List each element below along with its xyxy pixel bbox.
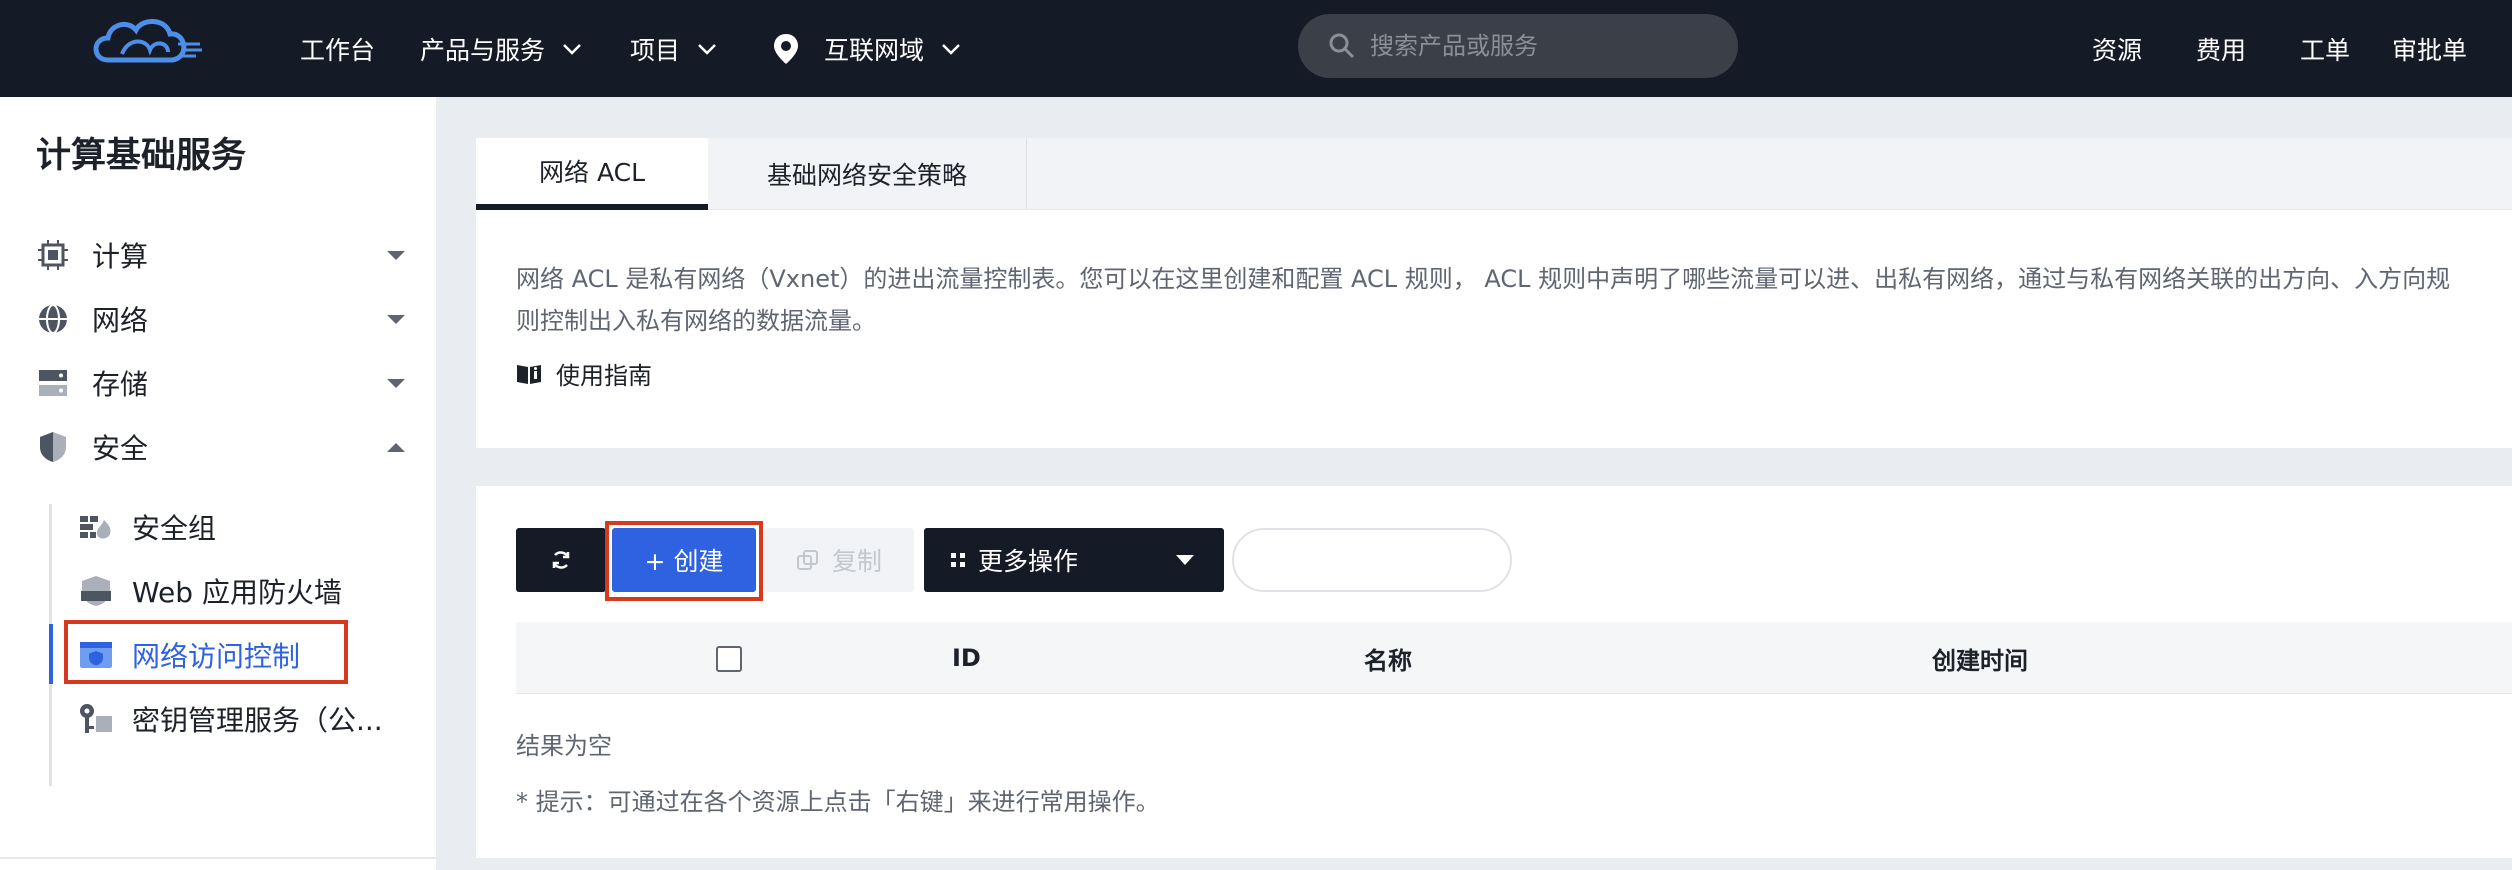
- sidebar-item-label: Web 应用防火墙: [132, 576, 342, 609]
- column-header-created-time[interactable]: 创建时间: [1932, 622, 2028, 694]
- more-actions-label: 更多操作: [978, 547, 1079, 576]
- caret-down-icon: [387, 250, 405, 260]
- sidebar-item-waf[interactable]: Web 应用防火墙: [0, 563, 436, 619]
- sidebar-item-label: 存储: [92, 368, 149, 401]
- nav-projects-label: 项目: [630, 35, 681, 65]
- tab-label: 网络 ACL: [539, 158, 645, 187]
- column-header-id[interactable]: ID: [952, 622, 981, 694]
- nav-workbench[interactable]: 工作台: [300, 0, 375, 97]
- acl-list-card: + 创建 复制 更多操作 ID 名称 创建时间 结果为空 * 提示：可通过在各个…: [476, 486, 2512, 858]
- nav-approvals-label: 审批单: [2392, 35, 2468, 65]
- tab-bar: 网络 ACL 基础网络安全策略: [476, 138, 2512, 210]
- tab-label: 基础网络安全策略: [766, 161, 967, 190]
- caret-down-icon: [387, 314, 405, 324]
- caret-down-icon: [387, 378, 405, 388]
- more-actions-dropdown[interactable]: 更多操作: [924, 528, 1224, 592]
- nav-region[interactable]: 互联网域: [772, 0, 962, 97]
- caret-up-icon: [387, 442, 405, 452]
- caret-down-icon: [1176, 555, 1194, 565]
- firewall-icon: [80, 516, 111, 539]
- sidebar-item-security[interactable]: 安全: [0, 419, 436, 475]
- sidebar-item-kms[interactable]: 密钥管理服务（公...: [0, 691, 436, 747]
- nav-projects[interactable]: 项目: [630, 0, 718, 97]
- tab-network-acl[interactable]: 网络 ACL: [476, 138, 708, 210]
- tab-basic-network-policy[interactable]: 基础网络安全策略: [708, 138, 1026, 210]
- nav-resources[interactable]: 资源: [2092, 0, 2142, 97]
- location-pin-icon: [774, 33, 798, 64]
- cloud-logo-icon[interactable]: [88, 14, 204, 78]
- sidebar-item-label: 计算: [92, 240, 149, 273]
- search-icon: [1329, 33, 1355, 59]
- nav-products[interactable]: 产品与服务: [420, 0, 583, 97]
- nav-tickets-label: 工单: [2300, 35, 2351, 65]
- search-bar[interactable]: [1298, 14, 1738, 78]
- nav-region-label: 互联网域: [824, 35, 925, 65]
- nav-resources-label: 资源: [2092, 35, 2143, 65]
- copy-button-label: 复制: [831, 547, 882, 576]
- chevron-down-icon: [942, 43, 960, 55]
- copy-icon: [796, 550, 818, 570]
- filter-input[interactable]: [1232, 528, 1512, 592]
- select-all-checkbox[interactable]: [716, 646, 742, 672]
- highlight-box: [605, 521, 763, 601]
- book-icon: [517, 364, 541, 384]
- chevron-down-icon: [563, 43, 581, 55]
- chevron-down-icon: [698, 43, 716, 55]
- sidebar-item-storage[interactable]: 存储: [0, 355, 436, 411]
- highlight-box: [64, 620, 348, 684]
- user-guide-label: 使用指南: [556, 362, 652, 390]
- nav-billing[interactable]: 费用: [2196, 0, 2246, 97]
- acl-description: 网络 ACL 是私有网络（Vxnet）的进出流量控制表。您可以在这里创建和配置 …: [516, 265, 2451, 335]
- sidebar-item-security-group[interactable]: 安全组: [0, 499, 436, 555]
- sidebar-item-network[interactable]: 网络: [0, 291, 436, 347]
- sidebar-title: 计算基础服务: [36, 136, 247, 176]
- waf-icon: [81, 576, 111, 606]
- grid-icon: [951, 553, 965, 567]
- sidebar-item-label: 网络: [92, 304, 149, 337]
- cpu-icon: [38, 240, 68, 270]
- refresh-icon: [552, 551, 570, 569]
- sidebar-item-compute[interactable]: 计算: [0, 227, 436, 283]
- refresh-button[interactable]: [516, 528, 606, 592]
- tab-divider: [1026, 138, 1027, 210]
- nav-approvals[interactable]: 审批单: [2392, 0, 2467, 97]
- key-icon: [80, 704, 112, 733]
- column-header-name[interactable]: 名称: [1364, 622, 1412, 694]
- nav-workbench-label: 工作台: [300, 35, 376, 65]
- tip-text: * 提示：可通过在各个资源上点击「右键」来进行常用操作。: [516, 788, 1160, 816]
- shield-icon: [40, 432, 66, 462]
- storage-icon: [39, 370, 67, 396]
- nav-billing-label: 费用: [2196, 35, 2247, 65]
- sidebar-divider: [0, 857, 436, 859]
- nav-tickets[interactable]: 工单: [2300, 0, 2350, 97]
- sidebar-item-label: 安全: [92, 432, 149, 465]
- table-header: ID 名称 创建时间: [516, 622, 2512, 694]
- search-input[interactable]: [1370, 32, 1710, 60]
- sidebar-item-label: 密钥管理服务（公...: [132, 704, 383, 737]
- top-navigation-bar: 工作台 产品与服务 项目 互联网域 资源 费用 工单 审批单: [0, 0, 2512, 97]
- info-card: 网络 ACL 基础网络安全策略 网络 ACL 是私有网络（Vxnet）的进出流量…: [476, 138, 2512, 448]
- nav-products-label: 产品与服务: [420, 35, 546, 65]
- copy-button: 复制: [764, 528, 914, 592]
- globe-icon: [39, 304, 67, 334]
- user-guide-link[interactable]: 使用指南: [516, 356, 652, 391]
- sidebar-item-label: 安全组: [132, 512, 217, 545]
- empty-state-text: 结果为空: [516, 732, 612, 760]
- sidebar: 计算基础服务 计算 网络 存储 安全 安全组 Web 应用防火墙 网络访问控制 …: [0, 97, 436, 870]
